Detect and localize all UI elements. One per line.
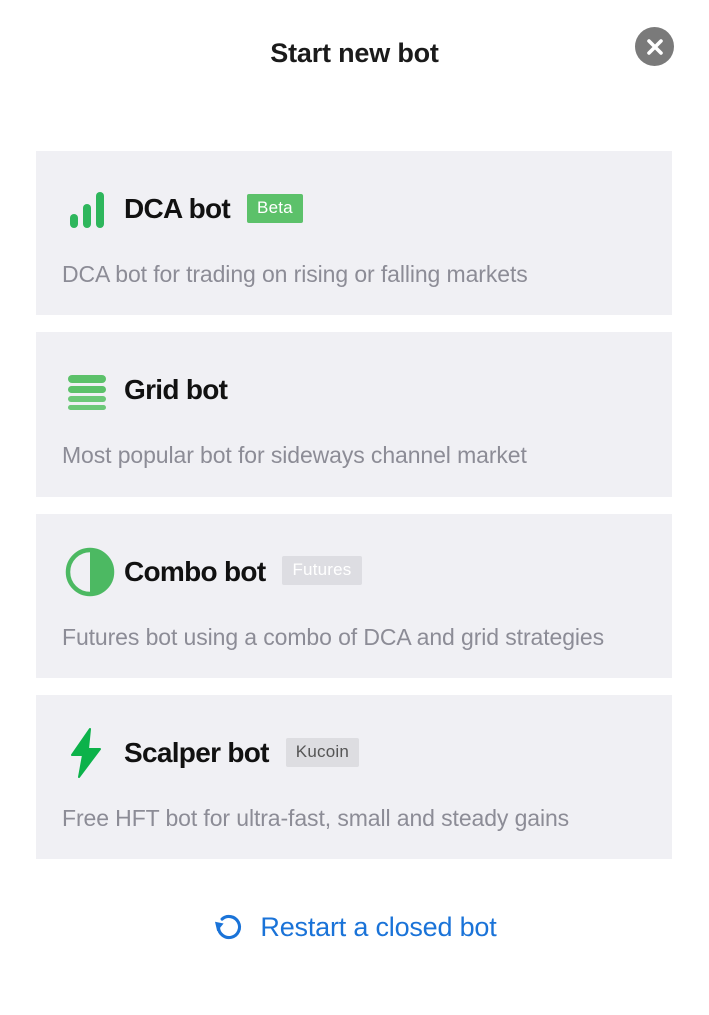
- grid-lines-icon: [62, 367, 124, 413]
- close-icon: [646, 38, 663, 55]
- page-title: Start new bot: [270, 38, 439, 68]
- bot-card-dca[interactable]: DCA bot Beta DCA bot for trading on risi…: [36, 151, 672, 316]
- bot-card-scalper[interactable]: Scalper bot Kucoin Free HFT bot for ultr…: [36, 695, 672, 860]
- card-header: Grid bot: [62, 362, 646, 418]
- half-circle-icon: [62, 546, 124, 598]
- bot-card-combo[interactable]: Combo bot Futures Futures bot using a co…: [36, 513, 672, 679]
- bot-description: Futures bot using a combo of DCA and gri…: [62, 623, 604, 650]
- status-badge: Kucoin: [285, 737, 359, 767]
- status-badge: Futures: [282, 556, 362, 586]
- close-button[interactable]: [635, 27, 674, 66]
- lightning-bolt-icon: [62, 727, 124, 779]
- card-header: Scalper bot Kucoin: [62, 725, 646, 781]
- bot-description: Most popular bot for sideways channel ma…: [62, 442, 527, 469]
- bot-title: Scalper bot: [124, 737, 269, 769]
- card-header: Combo bot Futures: [62, 544, 646, 600]
- start-new-bot-modal: Start new bot DCA bot Beta DCA bot for t…: [0, 0, 709, 1015]
- bot-card-grid[interactable]: Grid bot Most popular bot for sideways c…: [36, 332, 672, 497]
- restart-closed-bot-link[interactable]: Restart a closed bot: [212, 910, 497, 944]
- footer: Restart a closed bot: [0, 910, 709, 944]
- bot-type-list: DCA bot Beta DCA bot for trading on risi…: [36, 151, 672, 876]
- bot-title: DCA bot: [124, 193, 231, 224]
- status-badge: Beta: [247, 193, 303, 223]
- bar-chart-icon: [62, 186, 124, 232]
- bot-title: Grid bot: [124, 374, 228, 406]
- restart-closed-bot-label: Restart a closed bot: [260, 911, 497, 942]
- card-header: DCA bot Beta: [62, 181, 646, 237]
- modal-header: Start new bot: [0, 0, 709, 108]
- bot-description: DCA bot for trading on rising or falling…: [62, 261, 528, 287]
- bot-description: Free HFT bot for ultra-fast, small and s…: [62, 805, 570, 832]
- bot-title: Combo bot: [124, 555, 266, 587]
- refresh-counterclockwise-icon: [215, 914, 242, 940]
